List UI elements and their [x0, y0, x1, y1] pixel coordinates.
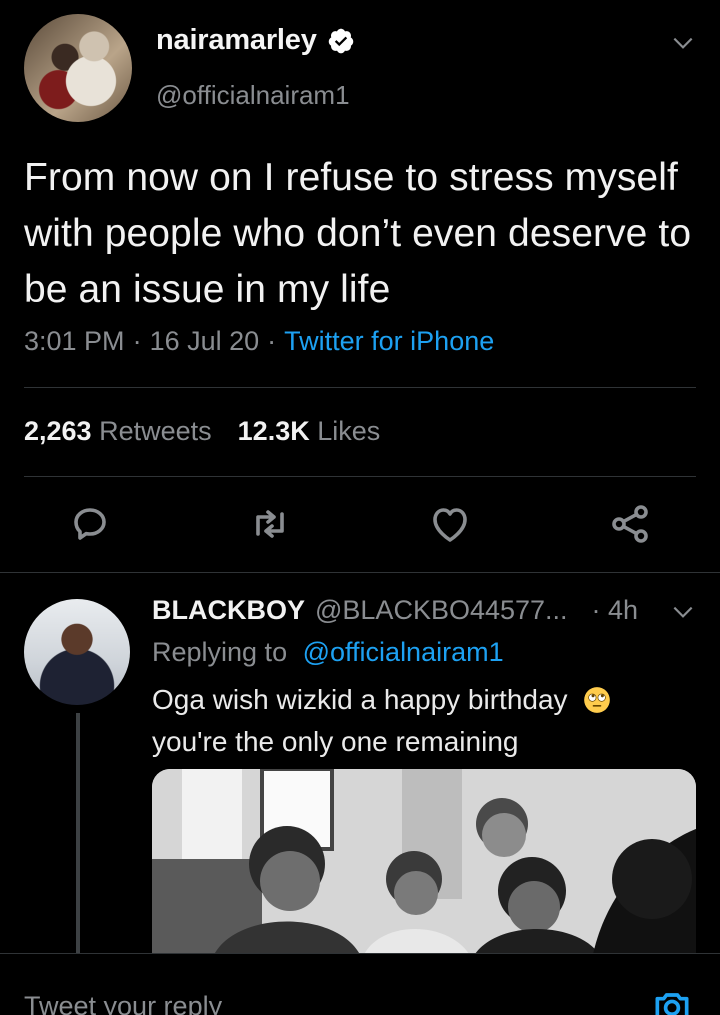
avatar[interactable]	[24, 14, 132, 122]
tweet-source-link[interactable]: Twitter for iPhone	[284, 326, 494, 357]
retweets-label: Retweets	[99, 416, 212, 446]
likes-stat[interactable]: 12.3K Likes	[238, 416, 381, 447]
tweet-text: From now on I refuse to stress myself wi…	[24, 156, 692, 311]
reply-avatar[interactable]	[24, 599, 130, 705]
tweet-date: 16 Jul 20	[149, 326, 260, 356]
tweet-time: 3:01 PM	[24, 326, 125, 356]
reply-text-line2: you're the only one remaining	[152, 726, 519, 757]
reply-header: BLACKBOY @BLACKBO44577... · 4h	[152, 595, 638, 626]
author-display-name[interactable]: nairamarley	[156, 24, 317, 57]
replying-to-link[interactable]: @officialnairam1	[303, 637, 504, 667]
likes-count: 12.3K	[237, 416, 310, 446]
tweet-stats: 2,263 Retweets 12.3K Likes	[24, 416, 380, 447]
tweet-actions	[0, 500, 720, 556]
likes-label: Likes	[317, 416, 381, 446]
divider	[24, 387, 696, 388]
camera-icon[interactable]	[650, 984, 694, 1015]
author-handle[interactable]: @officialnairam1	[156, 80, 350, 111]
reply-text-line1: Oga wish wizkid a happy birthday	[152, 684, 568, 715]
heart-icon[interactable]	[426, 500, 474, 548]
retweets-count: 2,263	[24, 416, 92, 446]
replying-to-row: Replying to @officialnairam1	[152, 637, 504, 668]
meta-separator: ·	[267, 326, 277, 356]
retweets-stat[interactable]: 2,263 Retweets	[24, 416, 212, 447]
reply-handle[interactable]: @BLACKBO44577...	[315, 595, 568, 626]
share-icon[interactable]	[606, 500, 654, 548]
photo-illustration	[152, 769, 696, 959]
reply-time: · 4h	[591, 595, 639, 625]
verified-badge-icon	[328, 28, 353, 53]
reply-composer	[0, 953, 720, 1015]
reply-input[interactable]	[24, 986, 584, 1015]
meta-separator: ·	[132, 326, 142, 356]
divider	[24, 476, 696, 477]
thread-line	[76, 713, 80, 953]
reply-display-name[interactable]: BLACKBOY	[152, 595, 305, 626]
reply-icon[interactable]	[66, 500, 114, 548]
rolling-eyes-emoji-icon	[584, 687, 611, 713]
reply-tweet[interactable]: BLACKBOY @BLACKBO44577... · 4h Replying …	[0, 573, 720, 959]
replying-to-prefix: Replying to	[152, 637, 288, 667]
author-name-row: nairamarley	[156, 24, 355, 57]
main-tweet: nairamarley @officialnairam1 From now on…	[0, 0, 720, 572]
reply-text: Oga wish wizkid a happy birthday you're …	[152, 679, 672, 763]
chevron-down-icon[interactable]	[670, 30, 696, 56]
chevron-down-icon[interactable]	[670, 599, 696, 625]
tweet-meta: 3:01 PM · 16 Jul 20 · Twitter for iPhone	[24, 326, 494, 357]
retweet-icon[interactable]	[246, 500, 294, 548]
reply-media-image[interactable]	[152, 769, 696, 959]
